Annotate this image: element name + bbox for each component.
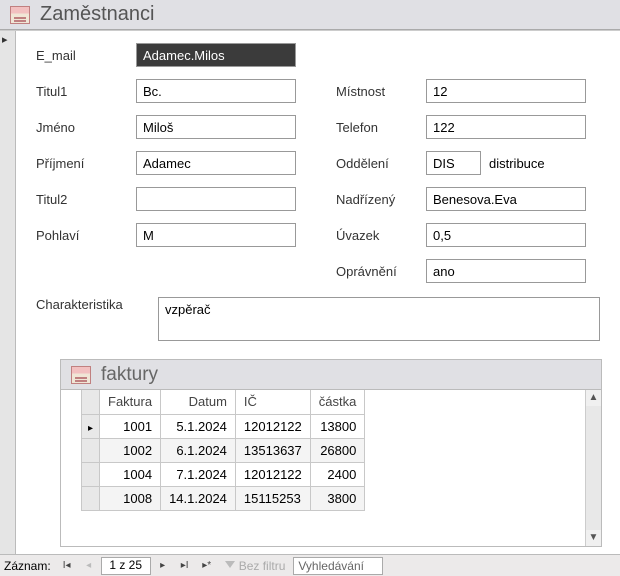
table-row[interactable]: 1004 7.1.2024 12012122 2400: [82, 462, 365, 486]
row-selector[interactable]: [82, 486, 100, 510]
nav-position[interactable]: 1 z 25: [101, 557, 151, 575]
field-pohlavi[interactable]: M: [136, 223, 296, 247]
nav-first-button[interactable]: I◂: [57, 557, 77, 575]
form-icon: [10, 6, 30, 24]
nav-next-button[interactable]: ▸: [153, 557, 173, 575]
field-telefon[interactable]: 122: [426, 115, 586, 139]
field-prijmeni[interactable]: Adamec: [136, 151, 296, 175]
label-uvazek: Úvazek: [336, 228, 426, 243]
row-selector[interactable]: [82, 414, 100, 438]
label-charak: Charakteristika: [36, 297, 148, 312]
nav-new-button[interactable]: ▸*: [197, 557, 217, 575]
field-opravneni[interactable]: ano: [426, 259, 586, 283]
form-header: Zaměstnanci: [0, 0, 620, 30]
form-body: E_mail Adamec.Milos Titul1 Bc. Místnost …: [16, 31, 620, 554]
nav-last-button[interactable]: ▸I: [175, 557, 195, 575]
field-titul1[interactable]: Bc.: [136, 79, 296, 103]
label-jmeno: Jméno: [36, 120, 136, 135]
table-row[interactable]: 1002 6.1.2024 13513637 26800: [82, 438, 365, 462]
field-charak[interactable]: vzpěrač: [158, 297, 600, 341]
subform-header: faktury: [61, 360, 601, 390]
field-uvazek[interactable]: 0,5: [426, 223, 586, 247]
record-navigator: Záznam: I◂ ◂ 1 z 25 ▸ ▸I ▸* Bez filtru V…: [0, 554, 620, 576]
label-pohlavi: Pohlaví: [36, 228, 136, 243]
record-selector[interactable]: ▸: [0, 31, 16, 554]
col-datum[interactable]: Datum: [161, 390, 236, 414]
field-nadrizeny[interactable]: Benesova.Eva: [426, 187, 586, 211]
table-row[interactable]: 1008 14.1.2024 15115253 3800: [82, 486, 365, 510]
col-ic[interactable]: IČ: [235, 390, 310, 414]
label-oddeleni: Oddělení: [336, 156, 426, 171]
scroll-track[interactable]: [586, 406, 601, 530]
form-title: Zaměstnanci: [40, 3, 155, 26]
label-opravneni: Oprávnění: [336, 264, 426, 279]
label-prijmeni: Příjmení: [36, 156, 136, 171]
label-mistnost: Místnost: [336, 84, 426, 99]
form-icon: [71, 366, 91, 384]
row-selector[interactable]: [82, 438, 100, 462]
funnel-icon: [225, 561, 235, 571]
label-telefon: Telefon: [336, 120, 426, 135]
field-oddeleni-code[interactable]: DIS: [426, 151, 481, 175]
col-faktura[interactable]: Faktura: [100, 390, 161, 414]
subform-faktury: faktury Faktura Datum IČ částka: [60, 359, 602, 547]
field-jmeno[interactable]: Miloš: [136, 115, 296, 139]
nav-search[interactable]: Vyhledávání: [293, 557, 383, 575]
field-mistnost[interactable]: 12: [426, 79, 586, 103]
nav-label: Záznam:: [4, 559, 51, 573]
label-titul1: Titul1: [36, 84, 136, 99]
col-castka[interactable]: částka: [310, 390, 365, 414]
scroll-up-icon[interactable]: ▲: [589, 390, 599, 406]
faktury-table: Faktura Datum IČ částka 1001 5.1.2024 12…: [81, 390, 365, 511]
row-selector[interactable]: [82, 462, 100, 486]
label-titul2: Titul2: [36, 192, 136, 207]
label-nadrizeny: Nadřízený: [336, 192, 426, 207]
table-corner: [82, 390, 100, 414]
subform-title: faktury: [101, 364, 158, 386]
scroll-down-icon[interactable]: ▼: [589, 530, 599, 546]
field-titul2[interactable]: [136, 187, 296, 211]
nav-filter[interactable]: Bez filtru: [225, 559, 286, 573]
subform-scrollbar[interactable]: ▲ ▼: [585, 390, 601, 546]
current-record-marker: ▸: [2, 33, 8, 46]
field-oddeleni-name: distribuce: [489, 156, 545, 171]
table-row[interactable]: 1001 5.1.2024 12012122 13800: [82, 414, 365, 438]
label-email: E_mail: [36, 48, 136, 63]
field-email[interactable]: Adamec.Milos: [136, 43, 296, 67]
nav-prev-button[interactable]: ◂: [79, 557, 99, 575]
